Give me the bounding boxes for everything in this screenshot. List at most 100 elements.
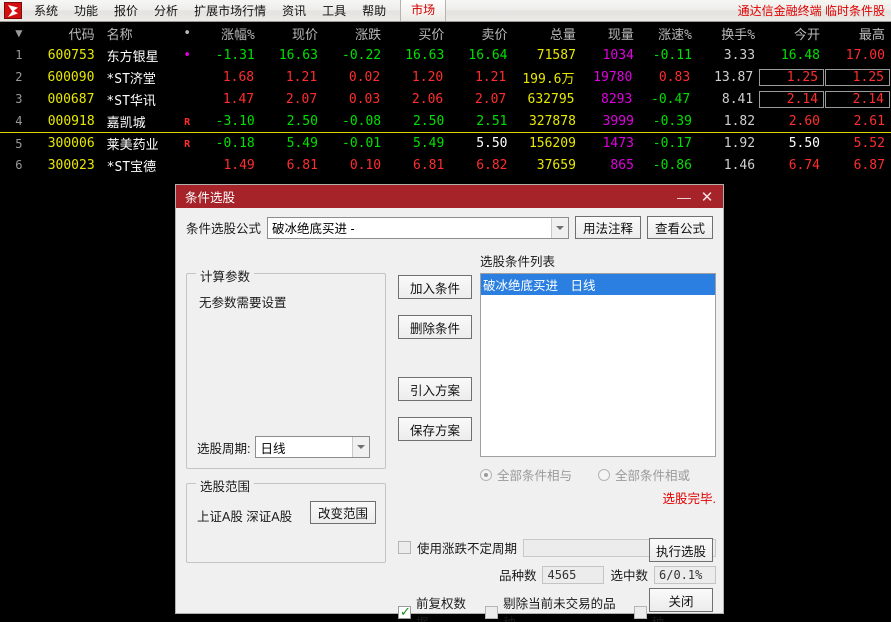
table-row[interactable]: 6 300023 *ST宝德 1.49 6.81 0.10 6.81 6.82 37659 865… (0, 154, 891, 176)
header-open[interactable]: 今开 (761, 24, 826, 43)
menu-item-system[interactable]: 系统 (26, 1, 66, 21)
header-chg[interactable]: 涨跌 (324, 24, 387, 43)
header-volume[interactable]: 总量 (514, 24, 582, 43)
radio-or-label: 全部条件相或 (615, 469, 691, 483)
exclude-untraded-row[interactable]: 剔除当前未交易的品种 (485, 593, 625, 622)
radio-all-and[interactable]: 全部条件相与 (480, 465, 598, 484)
cell-open: 2.60 (788, 113, 821, 129)
cell-open: 2.14 (759, 90, 825, 108)
period-row: 选股周期: 日线 (197, 436, 371, 458)
close-button[interactable]: 关闭 (649, 588, 713, 612)
exclude-untraded-checkbox[interactable] (485, 605, 499, 619)
header-ask[interactable]: 卖价 (450, 24, 513, 43)
menu-item-news[interactable]: 资讯 (274, 1, 314, 21)
header-now-vol[interactable]: 现量 (582, 24, 640, 43)
cell-code: 000918 (47, 113, 95, 129)
save-plan-button[interactable]: 保存方案 (398, 417, 472, 441)
condition-logic-radios: 全部条件相与 全部条件相或 (480, 465, 716, 484)
cell-change-pct: -0.18 (215, 136, 255, 151)
header-speed[interactable]: 涨速% (640, 24, 698, 43)
cell-now-volume: 8293 (601, 91, 633, 107)
exclude-untraded-label: 剔除当前未交易的品种 (503, 597, 616, 622)
header-sort-icon[interactable]: ▼ (0, 26, 31, 40)
header-high[interactable]: 最高 (826, 24, 891, 43)
table-row[interactable]: 1 600753 东方银星 • -1.31 16.63 -0.22 16.63 16.64 715… (0, 44, 891, 66)
row-index: 4 (15, 114, 23, 128)
header-price[interactable]: 现价 (261, 24, 324, 43)
header-code[interactable]: 代码 (31, 24, 101, 43)
change-range-button[interactable]: 改变范围 (309, 501, 376, 524)
selection-range-value: 上证A股 深证A股 (197, 510, 293, 524)
header-turnover[interactable]: 换手% (698, 24, 761, 43)
variety-count-label: 品种数 (498, 569, 537, 583)
cell-name: 嘉凯城 (106, 115, 146, 131)
menu-item-extended-market[interactable]: 扩展市场行情 (186, 1, 274, 21)
header-flag[interactable]: • (177, 26, 198, 41)
radio-all-or[interactable]: 全部条件相或 (598, 465, 716, 484)
radio-or-icon[interactable] (598, 468, 610, 481)
row-index: 6 (15, 158, 23, 172)
formula-label: 条件选股公式 (186, 222, 262, 236)
radio-and-icon[interactable] (480, 468, 492, 481)
cell-volume: 156209 (528, 136, 576, 151)
execute-button[interactable]: 执行选股 (649, 538, 713, 562)
cell-change: -0.08 (342, 113, 382, 129)
table-row[interactable]: 5 300006 莱美药业 R -0.18 5.49 -0.01 5.49 5.50 156209… (0, 132, 891, 154)
add-condition-button[interactable]: 加入条件 (398, 275, 472, 299)
chevron-down-icon[interactable] (550, 217, 568, 238)
cell-volume: 71587 (536, 47, 576, 63)
cell-code: 300023 (47, 157, 95, 173)
menu-item-quote[interactable]: 报价 (106, 1, 146, 21)
params-empty-text: 无参数需要设置 (199, 296, 287, 310)
menu-item-help[interactable]: 帮助 (354, 1, 394, 21)
header-bid[interactable]: 买价 (387, 24, 450, 43)
cell-ask: 2.51 (476, 113, 508, 129)
delete-condition-button[interactable]: 删除条件 (398, 315, 472, 339)
menu-item-function[interactable]: 功能 (66, 1, 106, 21)
usage-note-button[interactable]: 用法注释 (574, 216, 641, 239)
header-chg-pct[interactable]: 涨幅% (198, 24, 261, 43)
minimize-icon[interactable]: — (671, 185, 697, 208)
cell-volume: 37659 (536, 157, 576, 173)
menu-item-analysis[interactable]: 分析 (146, 1, 186, 21)
period-combo[interactable]: 日线 (255, 436, 371, 458)
cell-now-volume: 19780 (593, 69, 633, 85)
cell-code: 600090 (47, 69, 95, 85)
condition-list-box[interactable]: 破冰绝底买进 日线 (480, 273, 716, 457)
cell-now-volume: 1034 (602, 47, 634, 63)
view-formula-button[interactable]: 查看公式 (646, 216, 713, 239)
cell-bid: 6.81 (413, 157, 445, 173)
cell-price: 6.81 (286, 157, 318, 173)
cell-open: 16.48 (780, 47, 821, 63)
cell-turnover: 3.33 (723, 47, 756, 63)
menu-bar: 系统 功能 报价 分析 扩展市场行情 资讯 工具 帮助 市场 通达信金融终端 临… (0, 0, 891, 22)
cell-change-pct: -3.10 (215, 113, 255, 129)
cell-turnover: 1.92 (723, 136, 756, 151)
radio-and-label: 全部条件相与 (497, 469, 573, 483)
calc-params-label: 计算参数 (196, 266, 255, 285)
menu-item-tools[interactable]: 工具 (314, 1, 354, 21)
cell-bid: 5.49 (413, 136, 445, 151)
import-plan-button[interactable]: 引入方案 (398, 377, 472, 401)
cell-volume: 632795 (527, 91, 575, 107)
list-item[interactable]: 破冰绝底买进 日线 (481, 274, 715, 295)
tab-market[interactable]: 市场 (400, 0, 447, 21)
cell-open: 5.50 (788, 136, 821, 151)
close-icon[interactable]: ✕ (697, 185, 723, 208)
dialog-title-bar[interactable]: 条件选股 — ✕ (176, 185, 723, 208)
table-row[interactable]: 4 000918 嘉凯城 R -3.10 2.50 -0.08 2.50 2.51 327878 3… (0, 110, 891, 132)
chevron-down-icon[interactable] (352, 437, 370, 457)
table-row[interactable]: 2 600090 *ST济堂 1.68 1.21 0.02 1.20 1.21 199.6万 19… (0, 66, 891, 88)
selection-range-group: 选股范围 上证A股 深证A股 改变范围 (186, 476, 386, 563)
formula-combo[interactable]: 破冰绝底买进 - (267, 216, 569, 239)
use-uncertain-period-checkbox[interactable] (398, 541, 411, 554)
exclude-st-checkbox[interactable] (633, 605, 647, 619)
forward-adjust-row[interactable]: 前复权数据 (398, 593, 477, 622)
header-name[interactable]: 名称 (101, 24, 177, 43)
forward-adjust-checkbox[interactable] (398, 604, 411, 620)
table-row[interactable]: 3 000687 *ST华讯 1.47 2.07 0.03 2.06 2.07 632795 82… (0, 88, 891, 110)
cell-turnover: 8.41 (721, 91, 754, 107)
cell-change-pct: 1.68 (222, 69, 255, 85)
cell-price: 5.49 (286, 136, 318, 151)
row-index: 3 (15, 92, 23, 106)
